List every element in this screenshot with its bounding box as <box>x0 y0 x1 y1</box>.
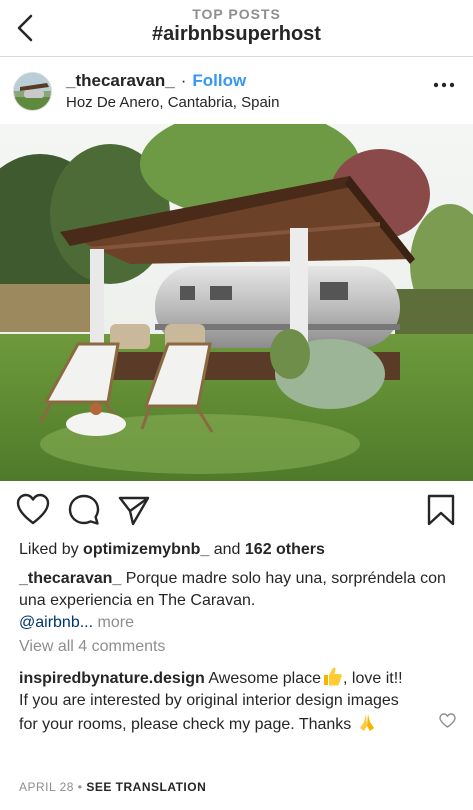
follow-button[interactable]: Follow <box>192 71 246 90</box>
post-location[interactable]: Hoz De Anero, Cantabria, Spain <box>66 94 279 111</box>
comment-item: inspiredbynature.design Awesome place , … <box>19 666 419 736</box>
likes-prefix: Liked by <box>19 541 79 558</box>
comment-heart-icon[interactable] <box>439 713 456 728</box>
likes-user[interactable]: optimizemybnb_ <box>83 541 209 558</box>
likes-summary[interactable]: Liked by optimizemybnb_ and 162 others <box>19 541 325 559</box>
caption-mention[interactable]: @airbnb... <box>19 614 93 631</box>
thumbs-up-emoji <box>324 667 342 686</box>
see-translation-link[interactable]: SEE TRANSLATION <box>86 780 206 794</box>
view-all-comments-link[interactable]: View all 4 comments <box>19 638 165 656</box>
bookmark-icon[interactable] <box>424 493 458 527</box>
header-subtitle: TOP POSTS <box>192 6 281 22</box>
footer-separator: • <box>77 780 83 794</box>
top-nav-bar: TOP POSTS #airbnbsuperhost <box>0 0 473 57</box>
post-date: APRIL 28 <box>19 780 74 794</box>
post-username[interactable]: _thecaravan_ <box>66 71 175 90</box>
share-icon[interactable] <box>117 493 151 527</box>
caption-username[interactable]: _thecaravan_ <box>19 570 121 587</box>
comment-username[interactable]: inspiredbynature.design <box>19 670 205 687</box>
heart-icon[interactable] <box>16 493 50 527</box>
comment-text-3: If you are interested by original interi… <box>19 692 399 733</box>
post-footer: APRIL 28 • SEE TRANSLATION <box>19 780 206 794</box>
avatar[interactable] <box>13 72 52 111</box>
comment-icon[interactable] <box>67 493 101 527</box>
praying-hands-emoji <box>359 714 374 731</box>
likes-conjunction: and <box>213 541 241 558</box>
more-options-icon[interactable] <box>433 80 455 90</box>
post-author-row: _thecaravan_ · Follow <box>66 71 246 91</box>
caption-more-link[interactable]: more <box>98 614 134 631</box>
post-photo[interactable] <box>0 124 473 481</box>
post-caption: _thecaravan_ Porque madre solo hay una, … <box>19 568 459 634</box>
separator-dot: · <box>180 71 187 90</box>
page-title: #airbnbsuperhost <box>152 23 321 45</box>
comment-text-1: Awesome place <box>208 670 322 687</box>
likes-others[interactable]: 162 others <box>245 541 325 558</box>
comment-text-2: , love it!! <box>343 670 403 687</box>
